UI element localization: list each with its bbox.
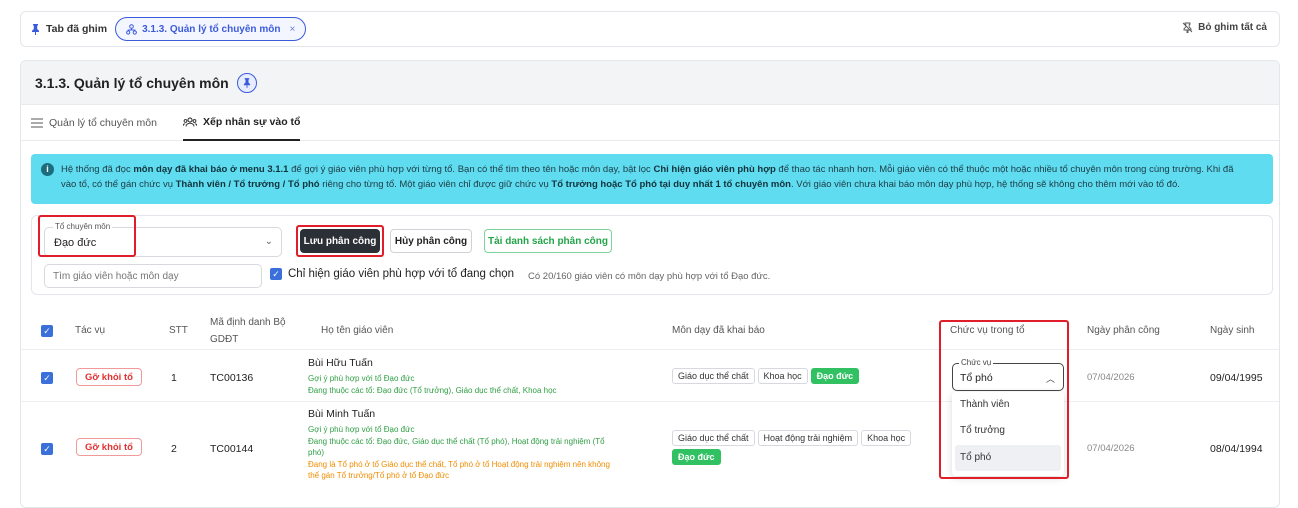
alert-line-1: Hệ thống đã đọc môn dạy đã khai báo ở me…: [61, 162, 1263, 177]
subject-tag: Giáo dục thể chất: [672, 430, 755, 446]
tab-manage-groups[interactable]: Quản lý tổ chuyên môn: [31, 105, 157, 141]
row-code: TC00136: [210, 372, 254, 384]
row-teacher-name: Bùi Minh Tuấn: [308, 408, 376, 420]
row-subject-tags: Giáo dục thể chất Khoa học Đạo đức: [672, 368, 862, 384]
pinned-tab-chip-label: 3.1.3. Quản lý tổ chuyên môn: [142, 23, 281, 35]
tab-bar: Quản lý tổ chuyên môn Xếp nhân sự vào tổ: [21, 105, 1279, 141]
pin-page-button[interactable]: [236, 72, 257, 93]
page-header: 3.1.3. Quản lý tổ chuyên môn: [21, 61, 1279, 105]
row-dob: 08/04/1994: [1210, 443, 1263, 455]
row-warning: Đang là Tổ phó ở tổ Giáo dục thể chất, T…: [308, 460, 610, 469]
row-divider: [21, 401, 1279, 402]
header-assign-date: Ngày phân công: [1087, 325, 1160, 336]
alert-bold: Thành viên / Tổ trưởng / Tổ phó: [175, 179, 320, 190]
unpin-all-button[interactable]: Bỏ ghim tất cả: [1182, 22, 1267, 33]
row-subject-tags: Giáo dục thể chất Hoạt động trải nghiệm Kh…: [672, 430, 922, 465]
remove-from-group-button[interactable]: Gỡ khỏi tổ: [76, 438, 142, 456]
subject-tag-matched: Đạo đức: [810, 368, 860, 384]
row-stt: 1: [171, 372, 177, 384]
users-icon: [182, 117, 197, 127]
header-dob: Ngày sinh: [1210, 325, 1255, 336]
info-icon: i: [41, 163, 54, 176]
only-match-label: Chỉ hiện giáo viên phù hợp với tổ đang c…: [288, 268, 515, 280]
alert-text: riêng cho từng tổ. Một giáo viên chỉ đượ…: [319, 179, 552, 190]
pinned-tabs-label: Tab đã ghim: [31, 23, 107, 35]
alert-text: vào tổ, có thể gán chức vụ: [61, 179, 176, 190]
header-name: Họ tên giáo viên: [321, 325, 394, 336]
only-match-filter[interactable]: ✓ Chỉ hiện giáo viên phù hợp với tổ đang…: [270, 268, 514, 280]
row-groups-cont: phó): [308, 448, 325, 457]
highlight-box-group: [38, 215, 136, 257]
pinned-tabs-text: Tab đã ghim: [46, 23, 108, 35]
row-code: TC00144: [210, 443, 254, 455]
org-chart-icon: [126, 23, 137, 35]
close-icon[interactable]: ×: [289, 24, 295, 35]
row-groups: Đang thuộc các tổ: Đạo đức (Tổ trưởng), …: [308, 386, 557, 395]
row-assign-date: 07/04/2026: [1087, 443, 1135, 454]
subject-tag: Giáo dục thể chất: [672, 368, 755, 384]
match-count-note: Có 20/160 giáo viên có môn dạy phù hợp v…: [528, 271, 771, 282]
cancel-assignment-button[interactable]: Hủy phân công: [390, 229, 472, 253]
header-code-line2: GDĐT: [210, 334, 239, 345]
tab-assign-staff-label: Xếp nhân sự vào tổ: [202, 115, 301, 128]
pin-icon: [243, 77, 250, 88]
alert-line-2: vào tổ, có thể gán chức vụ Thành viên / …: [61, 177, 1263, 192]
subject-tag-matched: Đạo đức: [672, 449, 721, 465]
subject-tag: Khoa học: [861, 430, 912, 446]
info-alert: i Hệ thống đã đọc môn dạy đã khai báo ở …: [31, 154, 1273, 204]
header-action: Tác vụ: [75, 325, 106, 336]
pin-icon: [32, 23, 39, 35]
tab-assign-staff[interactable]: Xếp nhân sự vào tổ: [182, 105, 301, 141]
unpin-icon: [1182, 22, 1193, 33]
tab-manage-groups-label: Quản lý tổ chuyên môn: [49, 116, 157, 129]
row-assign-date: 07/04/2026: [1087, 372, 1135, 383]
chevron-down-icon: ⌄: [264, 236, 273, 247]
checkbox-checked-icon[interactable]: ✓: [270, 268, 282, 280]
row-hint: Gợi ý phù hợp với tổ Đạo đức: [308, 425, 415, 434]
alert-bold: Chỉ hiện giáo viên phù hợp: [653, 164, 776, 175]
header-divider: [21, 349, 1279, 350]
highlight-box-save: [296, 225, 384, 257]
row-warning-cont: thể gán Tổ trưởng/Tổ phó ở tổ Đạo đức: [308, 471, 450, 480]
alert-bold: Tổ trưởng hoặc Tổ phó tại duy nhất 1 tổ …: [551, 179, 791, 190]
select-all-checkbox[interactable]: ✓: [41, 325, 53, 337]
row-dob: 09/04/1995: [1210, 372, 1263, 384]
row-teacher-name: Bùi Hữu Tuấn: [308, 357, 373, 369]
search-input[interactable]: [44, 264, 262, 288]
row-checkbox[interactable]: ✓: [41, 443, 53, 455]
remove-from-group-button[interactable]: Gỡ khỏi tổ: [76, 368, 142, 386]
alert-text: Hệ thống đã đọc: [61, 164, 134, 175]
subject-tag: Khoa học: [757, 368, 808, 384]
filter-panel: Tổ chuyên môn Đạo đức ⌄ Lưu phân công Hủ…: [31, 215, 1273, 295]
alert-text: . Với giáo viên chưa khai báo môn dạy ph…: [790, 179, 1180, 190]
reload-assignment-button[interactable]: Tải danh sách phân công: [484, 229, 612, 253]
subject-tag: Hoạt động trải nghiệm: [757, 430, 859, 446]
unpin-all-label: Bỏ ghim tất cả: [1198, 22, 1267, 33]
list-icon: [31, 118, 43, 127]
pinned-tabs-bar: Tab đã ghim 3.1.3. Quản lý tổ chuyên môn…: [20, 11, 1280, 47]
pinned-tab-chip[interactable]: 3.1.3. Quản lý tổ chuyên môn ×: [115, 17, 307, 41]
alert-bold: môn dạy đã khai báo ở menu 3.1.1: [133, 164, 289, 175]
header-code: Mã định danh Bộ: [210, 317, 286, 328]
row-stt: 2: [171, 443, 177, 455]
page-title: 3.1.3. Quản lý tổ chuyên môn: [35, 74, 229, 91]
row-hint: Gợi ý phù hợp với tổ Đạo đức: [308, 374, 415, 383]
row-checkbox[interactable]: ✓: [41, 372, 53, 384]
alert-text: để gợi ý giáo viên phù hợp với từng tổ. …: [288, 164, 654, 175]
row-groups: Đang thuộc các tổ: Đạo đức, Giáo dục thể…: [308, 437, 605, 446]
highlight-box-role: [939, 320, 1069, 479]
header-subjects: Môn dạy đã khai báo: [672, 325, 765, 336]
alert-text: để thao tác nhanh hơn. Mỗi giáo viên có …: [775, 164, 1234, 175]
header-stt: STT: [169, 325, 188, 336]
main-card: 3.1.3. Quản lý tổ chuyên môn Quản lý tổ …: [20, 60, 1280, 508]
